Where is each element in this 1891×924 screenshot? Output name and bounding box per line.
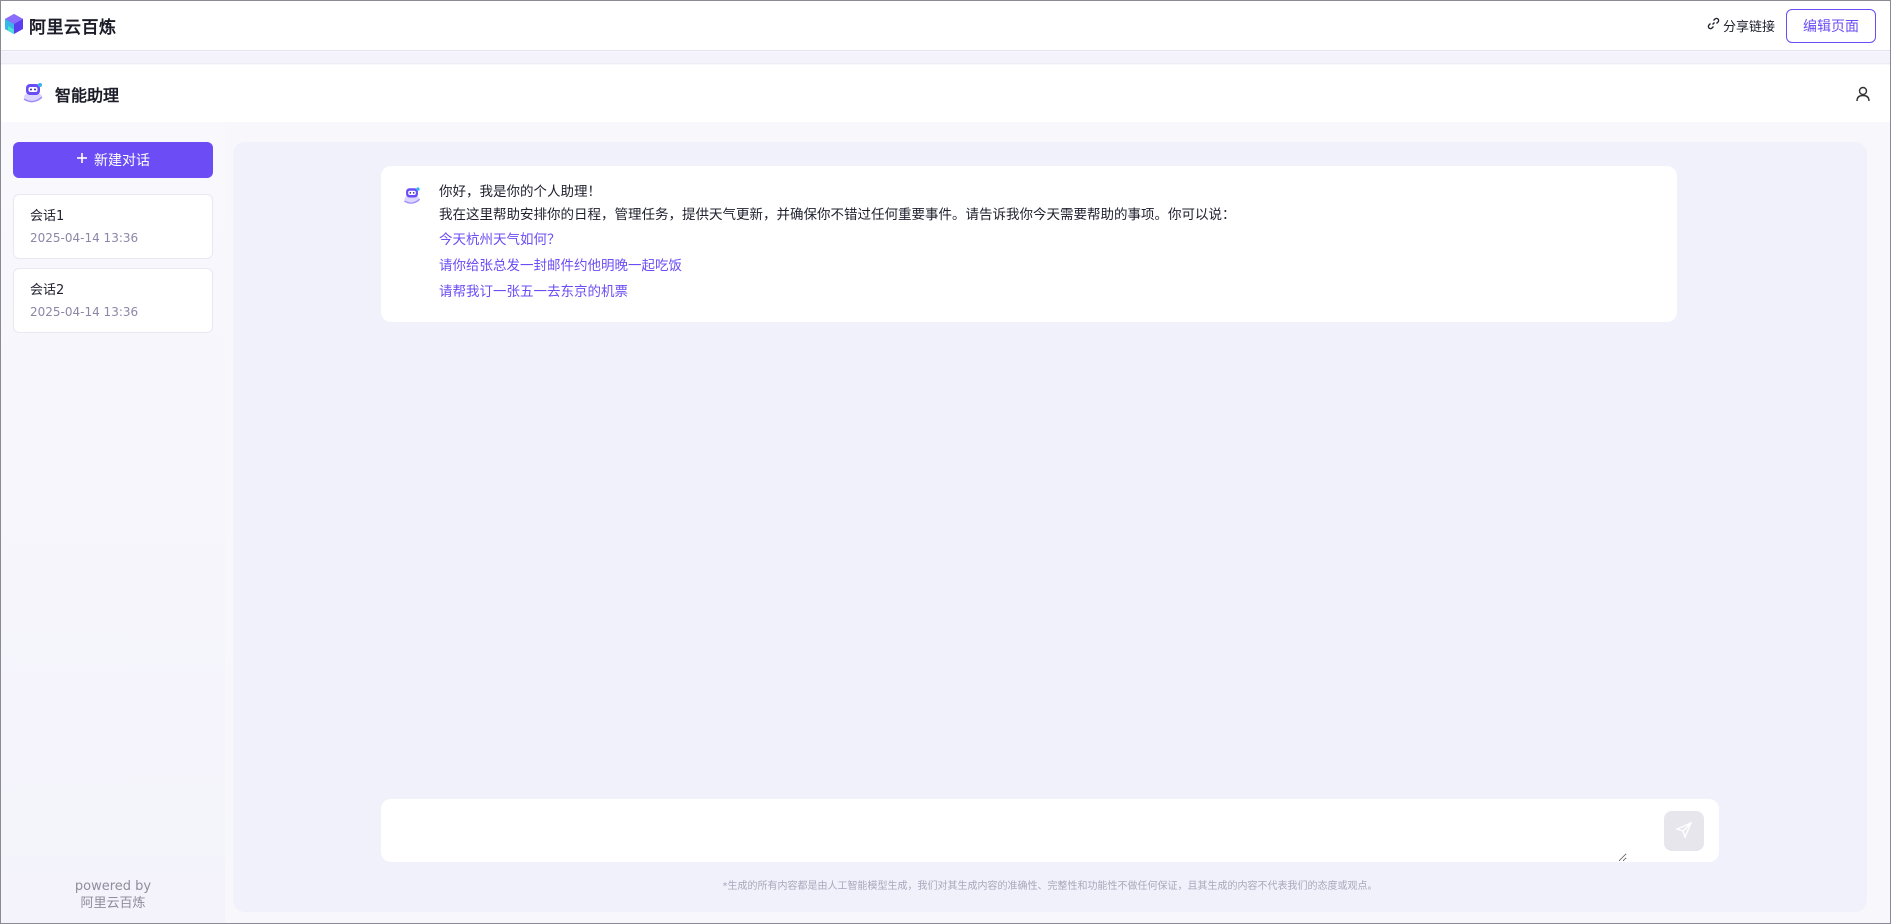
disclaimer: *生成的所有内容都是由人工智能模型生成，我们对其生成内容的准确性、完整性和功能性… <box>722 881 1378 892</box>
sidebar: 新建对话 会话1 2025-04-14 13:36 会话2 2025-04-14… <box>1 122 225 923</box>
share-link[interactable]: 分享链接 <box>1707 16 1775 35</box>
conversation-title: 会话2 <box>30 283 65 298</box>
robot-assistant-icon <box>20 79 46 109</box>
paper-plane-icon <box>1675 821 1693 842</box>
conversation-list: 会话1 2025-04-14 13:36 会话2 2025-04-14 13:3… <box>13 194 213 333</box>
new-chat-label: 新建对话 <box>94 153 150 169</box>
new-chat-button[interactable]: 新建对话 <box>13 142 213 178</box>
toolbar-strip <box>1 52 1890 64</box>
message-greeting: 你好，我是你的个人助理！ <box>439 184 601 200</box>
conversation-time: 2025-04-14 13:36 <box>30 231 139 245</box>
edit-page-button[interactable]: 编辑页面 <box>1786 8 1876 43</box>
brand-name: 阿里云百炼 <box>29 18 117 38</box>
powered-by: powered by 阿里云百炼 <box>1 878 225 912</box>
powered-by-line2: 阿里云百炼 <box>80 896 146 911</box>
robot-assistant-icon <box>401 184 423 206</box>
assistant-message: 你好，我是你的个人助理！ 我在这里帮助安排你的日程，管理任务，提供天气更新，并确… <box>381 166 1677 322</box>
plus-icon <box>76 152 88 168</box>
app-header: 智能助理 <box>1 65 1890 122</box>
suggestion-link[interactable]: 请你给张总发一封邮件约他明晚一起吃饭 <box>439 253 1657 279</box>
user-icon[interactable] <box>1854 85 1872 103</box>
app-window: 阿里云百炼 分享链接 编辑页面 智能助理 新建对话 会话1 2025-04-14… <box>0 0 1891 924</box>
message-composer <box>381 799 1719 862</box>
conversation-item[interactable]: 会话2 2025-04-14 13:36 <box>13 268 213 333</box>
share-link-label: 分享链接 <box>1722 20 1775 35</box>
suggestion-link[interactable]: 请帮我订一张五一去东京的机票 <box>439 279 1657 305</box>
top-bar: 阿里云百炼 分享链接 编辑页面 <box>1 1 1890 51</box>
app-title-group: 智能助理 <box>20 79 119 109</box>
link-icon <box>1707 17 1720 34</box>
send-button[interactable] <box>1664 811 1704 851</box>
brand[interactable]: 阿里云百炼 <box>4 13 117 39</box>
conversation-time: 2025-04-14 13:36 <box>30 305 139 319</box>
message-intro: 我在这里帮助安排你的日程，管理任务，提供天气更新，并确保你不错过任何重要事件。请… <box>439 207 1236 223</box>
chat-area: 你好，我是你的个人助理！ 我在这里帮助安排你的日程，管理任务，提供天气更新，并确… <box>233 142 1867 912</box>
layered-hexagon-logo-icon <box>4 13 24 39</box>
powered-by-line1: powered by <box>74 879 152 894</box>
topbar-actions: 分享链接 编辑页面 <box>1707 8 1876 43</box>
suggestion-link[interactable]: 今天杭州天气如何？ <box>439 227 1657 253</box>
message-input[interactable] <box>397 799 1627 862</box>
app-title: 智能助理 <box>55 85 120 105</box>
conversation-item[interactable]: 会话1 2025-04-14 13:36 <box>13 194 213 259</box>
conversation-title: 会话1 <box>30 209 65 224</box>
